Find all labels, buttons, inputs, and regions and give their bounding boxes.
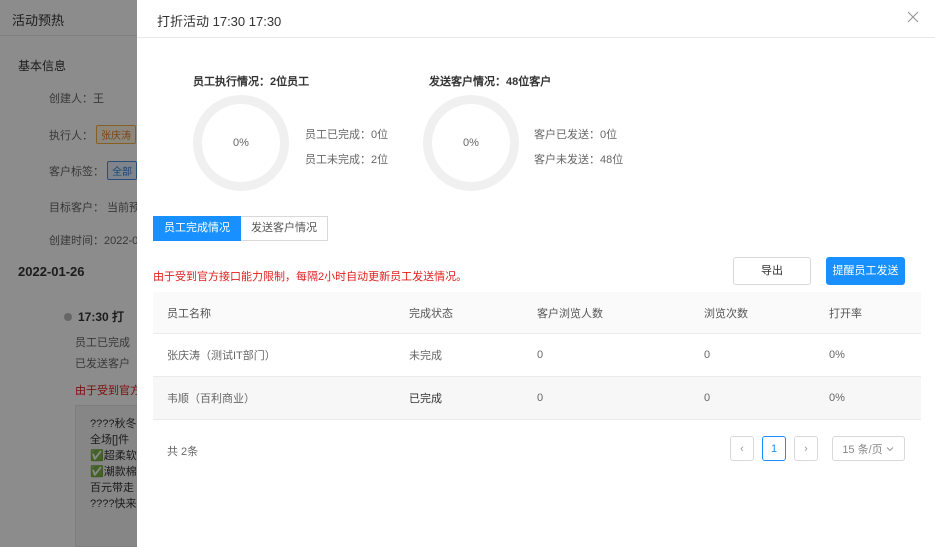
cell-staff-name: 张庆涛（测试IT部门）	[167, 350, 276, 362]
table-row: 韦顺（百利商业） 已完成 0 0 0%	[153, 377, 921, 420]
drawer-header: 打折活动 17:30 17:30	[137, 0, 935, 38]
customer-stats-title: 发送客户情况：48位客户	[429, 76, 552, 88]
tab-customer-sending[interactable]: 发送客户情况	[241, 216, 328, 241]
staff-progress-ring: 0%	[193, 95, 289, 191]
cell-viewers: 0	[537, 349, 544, 361]
cell-views: 0	[704, 349, 711, 361]
customer-percent: 0%	[463, 137, 479, 149]
customer-progress-ring: 0%	[423, 95, 519, 191]
cell-staff-name: 韦顺（百利商业）	[167, 393, 255, 405]
export-button[interactable]: 导出	[733, 257, 811, 285]
table-header: 员工名称 完成状态 客户浏览人数 浏览次数 打开率	[153, 292, 921, 334]
page-size-label: 15 条/页	[842, 443, 883, 456]
cell-viewers: 0	[537, 392, 544, 404]
col-viewers: 客户浏览人数	[537, 307, 603, 320]
update-notice: 由于受到官方接口能力限制，每隔2小时自动更新员工发送情况。	[153, 271, 468, 283]
tab-staff-completion[interactable]: 员工完成情况	[153, 216, 241, 241]
cell-status: 未完成	[409, 350, 442, 362]
page-number-button[interactable]: 1	[762, 436, 786, 461]
col-views: 浏览次数	[704, 307, 748, 320]
cell-open-rate: 0%	[829, 349, 845, 361]
staff-undone-count: 员工未完成：2位	[305, 154, 389, 166]
col-status: 完成状态	[409, 307, 453, 320]
cell-status: 已完成	[409, 393, 442, 405]
page-size-select[interactable]: 15 条/页	[832, 436, 905, 461]
col-staff-name: 员工名称	[167, 307, 211, 320]
staff-done-count: 员工已完成：0位	[305, 129, 389, 141]
chevron-down-icon	[886, 446, 894, 451]
customer-sent-count: 客户已发送：0位	[534, 129, 618, 141]
next-page-button[interactable]: ›	[794, 436, 818, 461]
prev-page-button[interactable]: ‹	[730, 436, 754, 461]
col-open-rate: 打开率	[829, 307, 862, 320]
stats-tabs: 员工完成情况 发送客户情况	[153, 216, 328, 241]
customer-unsent-count: 客户未发送：48位	[534, 154, 624, 166]
staff-table: 员工名称 完成状态 客户浏览人数 浏览次数 打开率 张庆涛（测试IT部门） 未完…	[153, 292, 921, 420]
pagination-total: 共 2条	[167, 446, 199, 458]
drawer-title: 打折活动 17:30 17:30	[157, 14, 282, 29]
close-icon[interactable]	[905, 9, 921, 25]
staff-percent: 0%	[233, 137, 249, 149]
activity-detail-drawer: 打折活动 17:30 17:30 员工执行情况：2位员工 0% 员工已完成：0位…	[137, 0, 935, 547]
table-row: 张庆涛（测试IT部门） 未完成 0 0 0%	[153, 334, 921, 377]
cell-open-rate: 0%	[829, 392, 845, 404]
staff-stats-title: 员工执行情况：2位员工	[193, 76, 310, 88]
cell-views: 0	[704, 392, 711, 404]
remind-staff-button[interactable]: 提醒员工发送	[826, 257, 905, 285]
